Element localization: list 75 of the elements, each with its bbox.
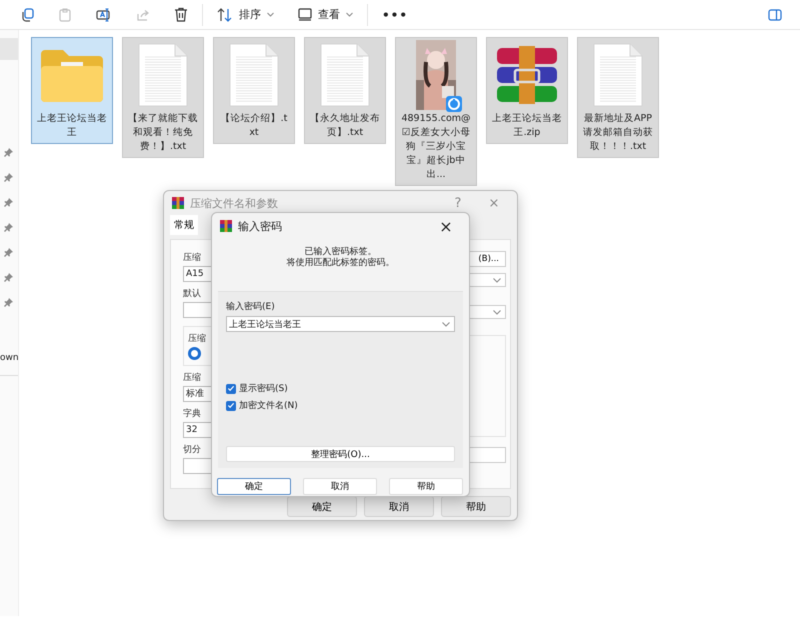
dialog-button[interactable]: 确定 [217,478,291,495]
file-item[interactable]: 上老王论坛当老王.zip [486,37,568,144]
message-text: 将使用匹配此标签的密码。 [286,258,394,269]
chevron-down-icon [493,278,501,282]
file-item[interactable]: 【来了就能下载和观看！纯免费！】.txt [122,37,204,158]
window-title: 压缩文件名和参数 [190,196,278,210]
file-name: 上老王论坛当老王.zip [491,112,563,140]
chevron-down-icon [267,12,274,17]
checkbox-box[interactable] [226,400,236,410]
panel-icon [768,8,782,20]
clipboard-icon [58,8,72,22]
window-title: 输入密码 [238,218,282,234]
sidebar-item[interactable]: own [0,353,19,363]
group-label: 压缩 [188,332,207,345]
chevron-down-icon [493,310,501,314]
more-button[interactable]: ••• [370,2,420,28]
field-label: 切分 [183,444,202,456]
view-button[interactable]: 查看 [286,2,365,28]
tab[interactable]: 常规 [170,215,198,235]
field-label: 输入密码(E) [226,300,276,313]
field-label: 压缩 [183,372,202,384]
checkbox-box[interactable] [226,384,236,394]
file-name: 上老王论坛当老王 [36,112,108,140]
document-icon [593,43,643,107]
file-name: 【论坛介绍】.txt [220,112,288,140]
pin-icon[interactable] [4,298,13,307]
file-name: 【来了就能下载和观看！纯免费！】.txt [127,112,199,154]
copy-icon [20,8,34,22]
pin-icon[interactable] [4,248,13,257]
pin-icon[interactable] [4,223,13,232]
view-icon [298,8,312,21]
app-badge-icon [446,96,462,112]
field-label: 字典 [183,408,202,420]
dropdown[interactable] [468,273,506,287]
file-item[interactable]: 最新地址及APP请发邮箱自动获取！！！.txt [577,37,659,158]
file-item[interactable]: 489155.com@☑反差女大小母狗『三岁小宝宝』超长jb中出... [395,37,477,186]
dialog-button[interactable]: 取消 [303,478,377,495]
books-with-belt-icon [496,46,558,104]
pin-icon[interactable] [4,273,13,282]
file-item[interactable]: 【论坛介绍】.txt [213,37,295,144]
dialog-button[interactable]: 确定 [287,496,357,517]
pin-icon[interactable] [4,198,13,207]
document-icon [320,43,370,107]
sort-button[interactable]: 排序 [205,2,286,28]
trash-icon [174,7,188,22]
password-combobox[interactable]: 上老王论坛当老王 [226,316,455,332]
dialog-button[interactable]: 帮助 [389,478,463,495]
pin-icon[interactable] [4,148,13,157]
document-icon [138,43,188,107]
app-icon [220,220,232,232]
field-label: 默认 [183,288,202,300]
dialog-button[interactable]: 取消 [364,496,434,517]
file-name: 489155.com@☑反差女大小母狗『三岁小宝宝』超长jb中出... [400,112,472,182]
organize-passwords-button[interactable]: 整理密码(O)... [226,446,455,462]
close-button[interactable]: × [431,216,461,236]
chevron-down-icon [442,322,450,326]
checkbox[interactable]: 加密文件名(N) [226,399,455,412]
dialog-button[interactable]: 帮助 [441,496,511,517]
sort-icon [217,8,233,22]
radio-button[interactable] [188,347,201,360]
share-icon [136,8,150,22]
file-name: 最新地址及APP请发邮箱自动获取！！！.txt [582,112,654,154]
document-icon [229,43,279,107]
pin-icon[interactable] [4,173,13,182]
chevron-down-icon [346,12,353,17]
rename-icon [96,8,112,22]
file-name: 【永久地址发布页】.txt [309,112,381,140]
file-item[interactable]: 上老王论坛当老王 [31,37,113,144]
message-text: 已输入密码标签。 [304,247,376,258]
app-icon [172,197,184,209]
file-item[interactable]: 【永久地址发布页】.txt [304,37,386,144]
field-label: 压缩 [183,252,202,264]
dropdown[interactable] [468,305,506,319]
checkbox[interactable]: 显示密码(S) [226,382,455,395]
folder-icon [39,48,105,102]
